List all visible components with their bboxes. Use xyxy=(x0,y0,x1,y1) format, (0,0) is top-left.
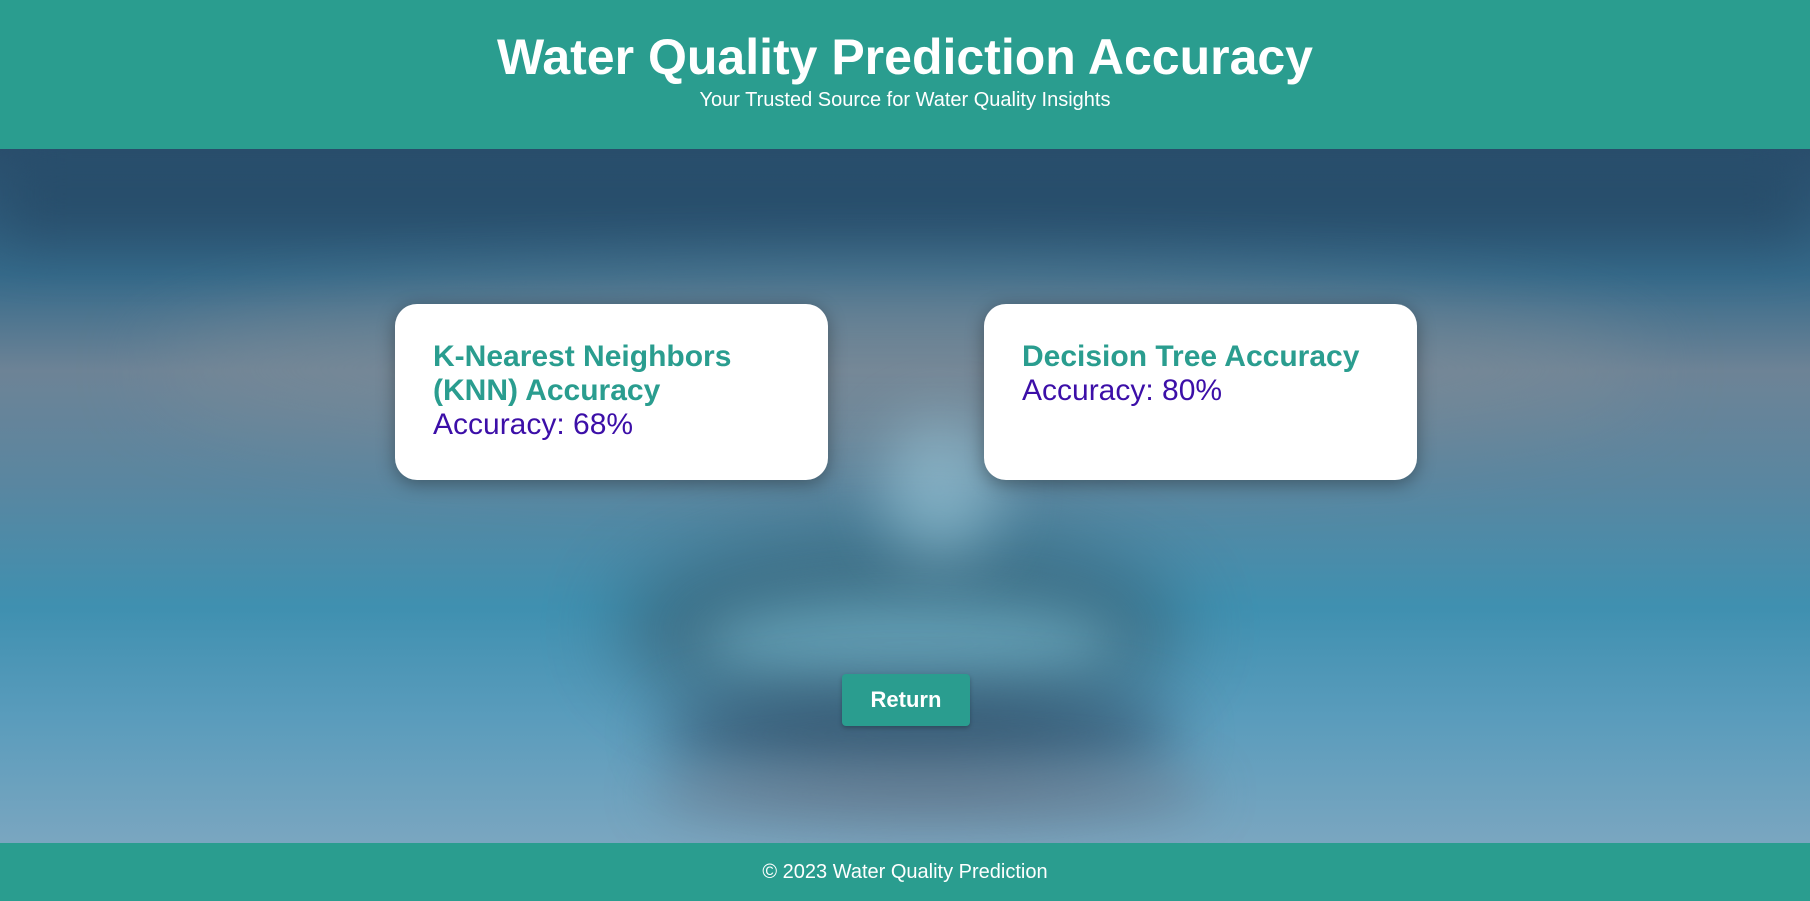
page-subtitle: Your Trusted Source for Water Quality In… xyxy=(699,89,1111,111)
accuracy-value: Accuracy: 80% xyxy=(1022,374,1223,407)
site-header: Water Quality Prediction Accuracy Your T… xyxy=(0,0,1810,149)
accuracy-value: Accuracy: 68% xyxy=(433,408,634,441)
card-title: K-Nearest Neighbors (KNN) Accuracy xyxy=(433,340,732,407)
footer-copyright: © 2023 Water Quality Prediction xyxy=(762,861,1048,883)
background-blur xyxy=(150,279,1650,459)
background-blur xyxy=(0,149,1810,239)
card-title: Decision Tree Accuracy xyxy=(1022,340,1360,373)
return-button[interactable]: Return xyxy=(842,674,970,726)
site-footer: © 2023 Water Quality Prediction xyxy=(0,843,1810,901)
hero-background xyxy=(0,149,1810,843)
decision-tree-accuracy-card: Decision Tree Accuracy Accuracy: 80% xyxy=(984,304,1417,480)
background-blur xyxy=(880,419,1000,559)
knn-accuracy-card: K-Nearest Neighbors (KNN) Accuracy Accur… xyxy=(395,304,828,480)
page: Water Quality Prediction Accuracy Your T… xyxy=(0,0,1810,901)
page-title: Water Quality Prediction Accuracy xyxy=(497,29,1313,85)
background-blur xyxy=(650,759,1210,829)
